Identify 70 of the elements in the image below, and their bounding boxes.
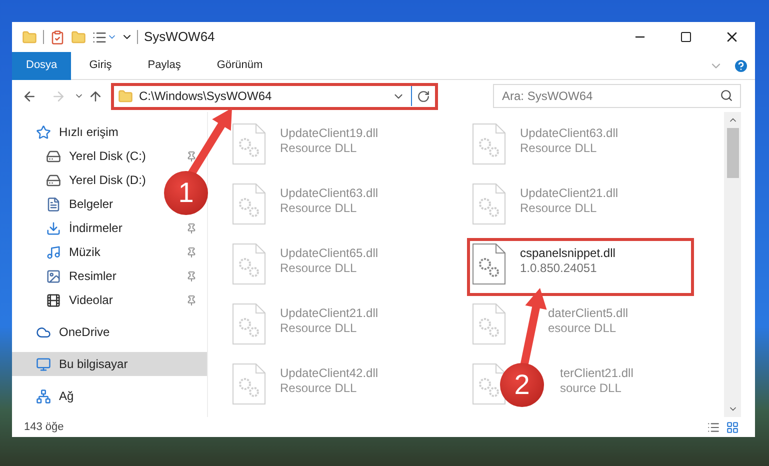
drive-icon — [46, 148, 61, 164]
item-count: 143 öğe — [24, 420, 64, 435]
sidebar-item[interactable]: OneDrive — [36, 320, 110, 344]
file-detail: Resource DLL — [520, 141, 598, 156]
scrollbar-thumb[interactable] — [726, 128, 738, 178]
details-view-icon[interactable] — [707, 420, 720, 434]
window-title: SysWOW64 — [144, 28, 216, 46]
monitor-icon — [36, 356, 51, 372]
file-detail: Resource DLL — [280, 381, 358, 396]
music-note-icon — [46, 244, 61, 260]
file-detail: Resource DLL — [280, 261, 358, 276]
ribbon-tab[interactable]: Görünüm — [202, 52, 277, 80]
file-gear-icon — [232, 123, 266, 165]
file-name: cspanelsnippet.dll — [520, 246, 616, 261]
picture-icon — [46, 268, 61, 284]
ribbon-tab[interactable]: Dosya — [12, 52, 72, 80]
file-gear-icon — [232, 243, 266, 285]
sidebar-item[interactable]: Belgeler — [46, 192, 114, 216]
file-gear-icon — [232, 363, 266, 405]
file-detail: Resource DLL — [280, 201, 358, 216]
document-icon — [46, 196, 61, 212]
up-icon[interactable] — [88, 88, 103, 104]
file-gear-icon — [472, 183, 506, 225]
file-gear-icon — [232, 183, 266, 225]
maximize-icon — [680, 31, 692, 43]
sidebar-item[interactable]: Ağ — [36, 384, 74, 408]
sidebar-item[interactable]: İndirmeler — [46, 216, 122, 240]
large-icons-view-icon[interactable] — [726, 420, 739, 434]
ribbon-tab[interactable]: Giriş — [75, 52, 126, 80]
sidebar-item[interactable]: Müzik — [46, 240, 100, 264]
file-detail: Resource DLL — [280, 141, 358, 156]
pin-icon[interactable] — [186, 270, 197, 282]
pin-icon[interactable] — [186, 150, 197, 162]
folder-icon — [118, 88, 133, 104]
file-gear-icon — [232, 303, 266, 345]
sidebar-item[interactable]: Bu bilgisayar — [12, 352, 207, 376]
file-detail: Resource DLL — [280, 321, 358, 336]
download-icon — [46, 220, 61, 236]
file-gear-icon — [472, 243, 506, 285]
file-gear-icon — [472, 303, 506, 345]
refresh-icon — [417, 90, 430, 102]
sidebar-item[interactable]: Yerel Disk (D:) — [46, 168, 146, 192]
file-gear-icon — [472, 363, 506, 405]
sidebar-item[interactable]: Hızlı erişim — [36, 120, 118, 144]
scrollbar[interactable] — [724, 112, 741, 417]
search-icon — [720, 89, 733, 102]
back-icon[interactable] — [22, 88, 37, 104]
drive-icon — [46, 172, 61, 188]
selected-file[interactable]: cspanelsnippet.dll 1.0.850.24051 — [467, 238, 694, 296]
pin-icon[interactable] — [186, 246, 197, 258]
pin-icon[interactable] — [186, 222, 197, 234]
sidebar-item[interactable]: Resimler — [46, 264, 116, 288]
file-detail: esource DLL — [548, 321, 618, 336]
star-icon — [36, 124, 51, 140]
clipboard-check-icon[interactable] — [50, 30, 65, 44]
sidebar-item[interactable]: Videolar — [46, 288, 113, 312]
pin-icon[interactable] — [186, 294, 197, 306]
list-icon[interactable] — [92, 30, 107, 44]
help-icon[interactable] — [733, 58, 749, 74]
file-detail: source DLL — [560, 381, 622, 396]
file-detail: 1.0.850.24051 — [520, 261, 598, 276]
address-bar[interactable]: C:\Windows\SysWOW64 — [111, 82, 438, 110]
cloud-icon — [36, 324, 51, 340]
sidebar-item[interactable]: Yerel Disk (C:) — [46, 144, 146, 168]
search-field[interactable]: Ara: SysWOW64 — [493, 84, 741, 108]
ribbon-tab[interactable]: Paylaş — [134, 52, 195, 80]
file-gear-icon — [472, 123, 506, 165]
network-icon — [36, 388, 51, 404]
film-icon — [46, 292, 61, 308]
file-detail: Resource DLL — [520, 201, 598, 216]
